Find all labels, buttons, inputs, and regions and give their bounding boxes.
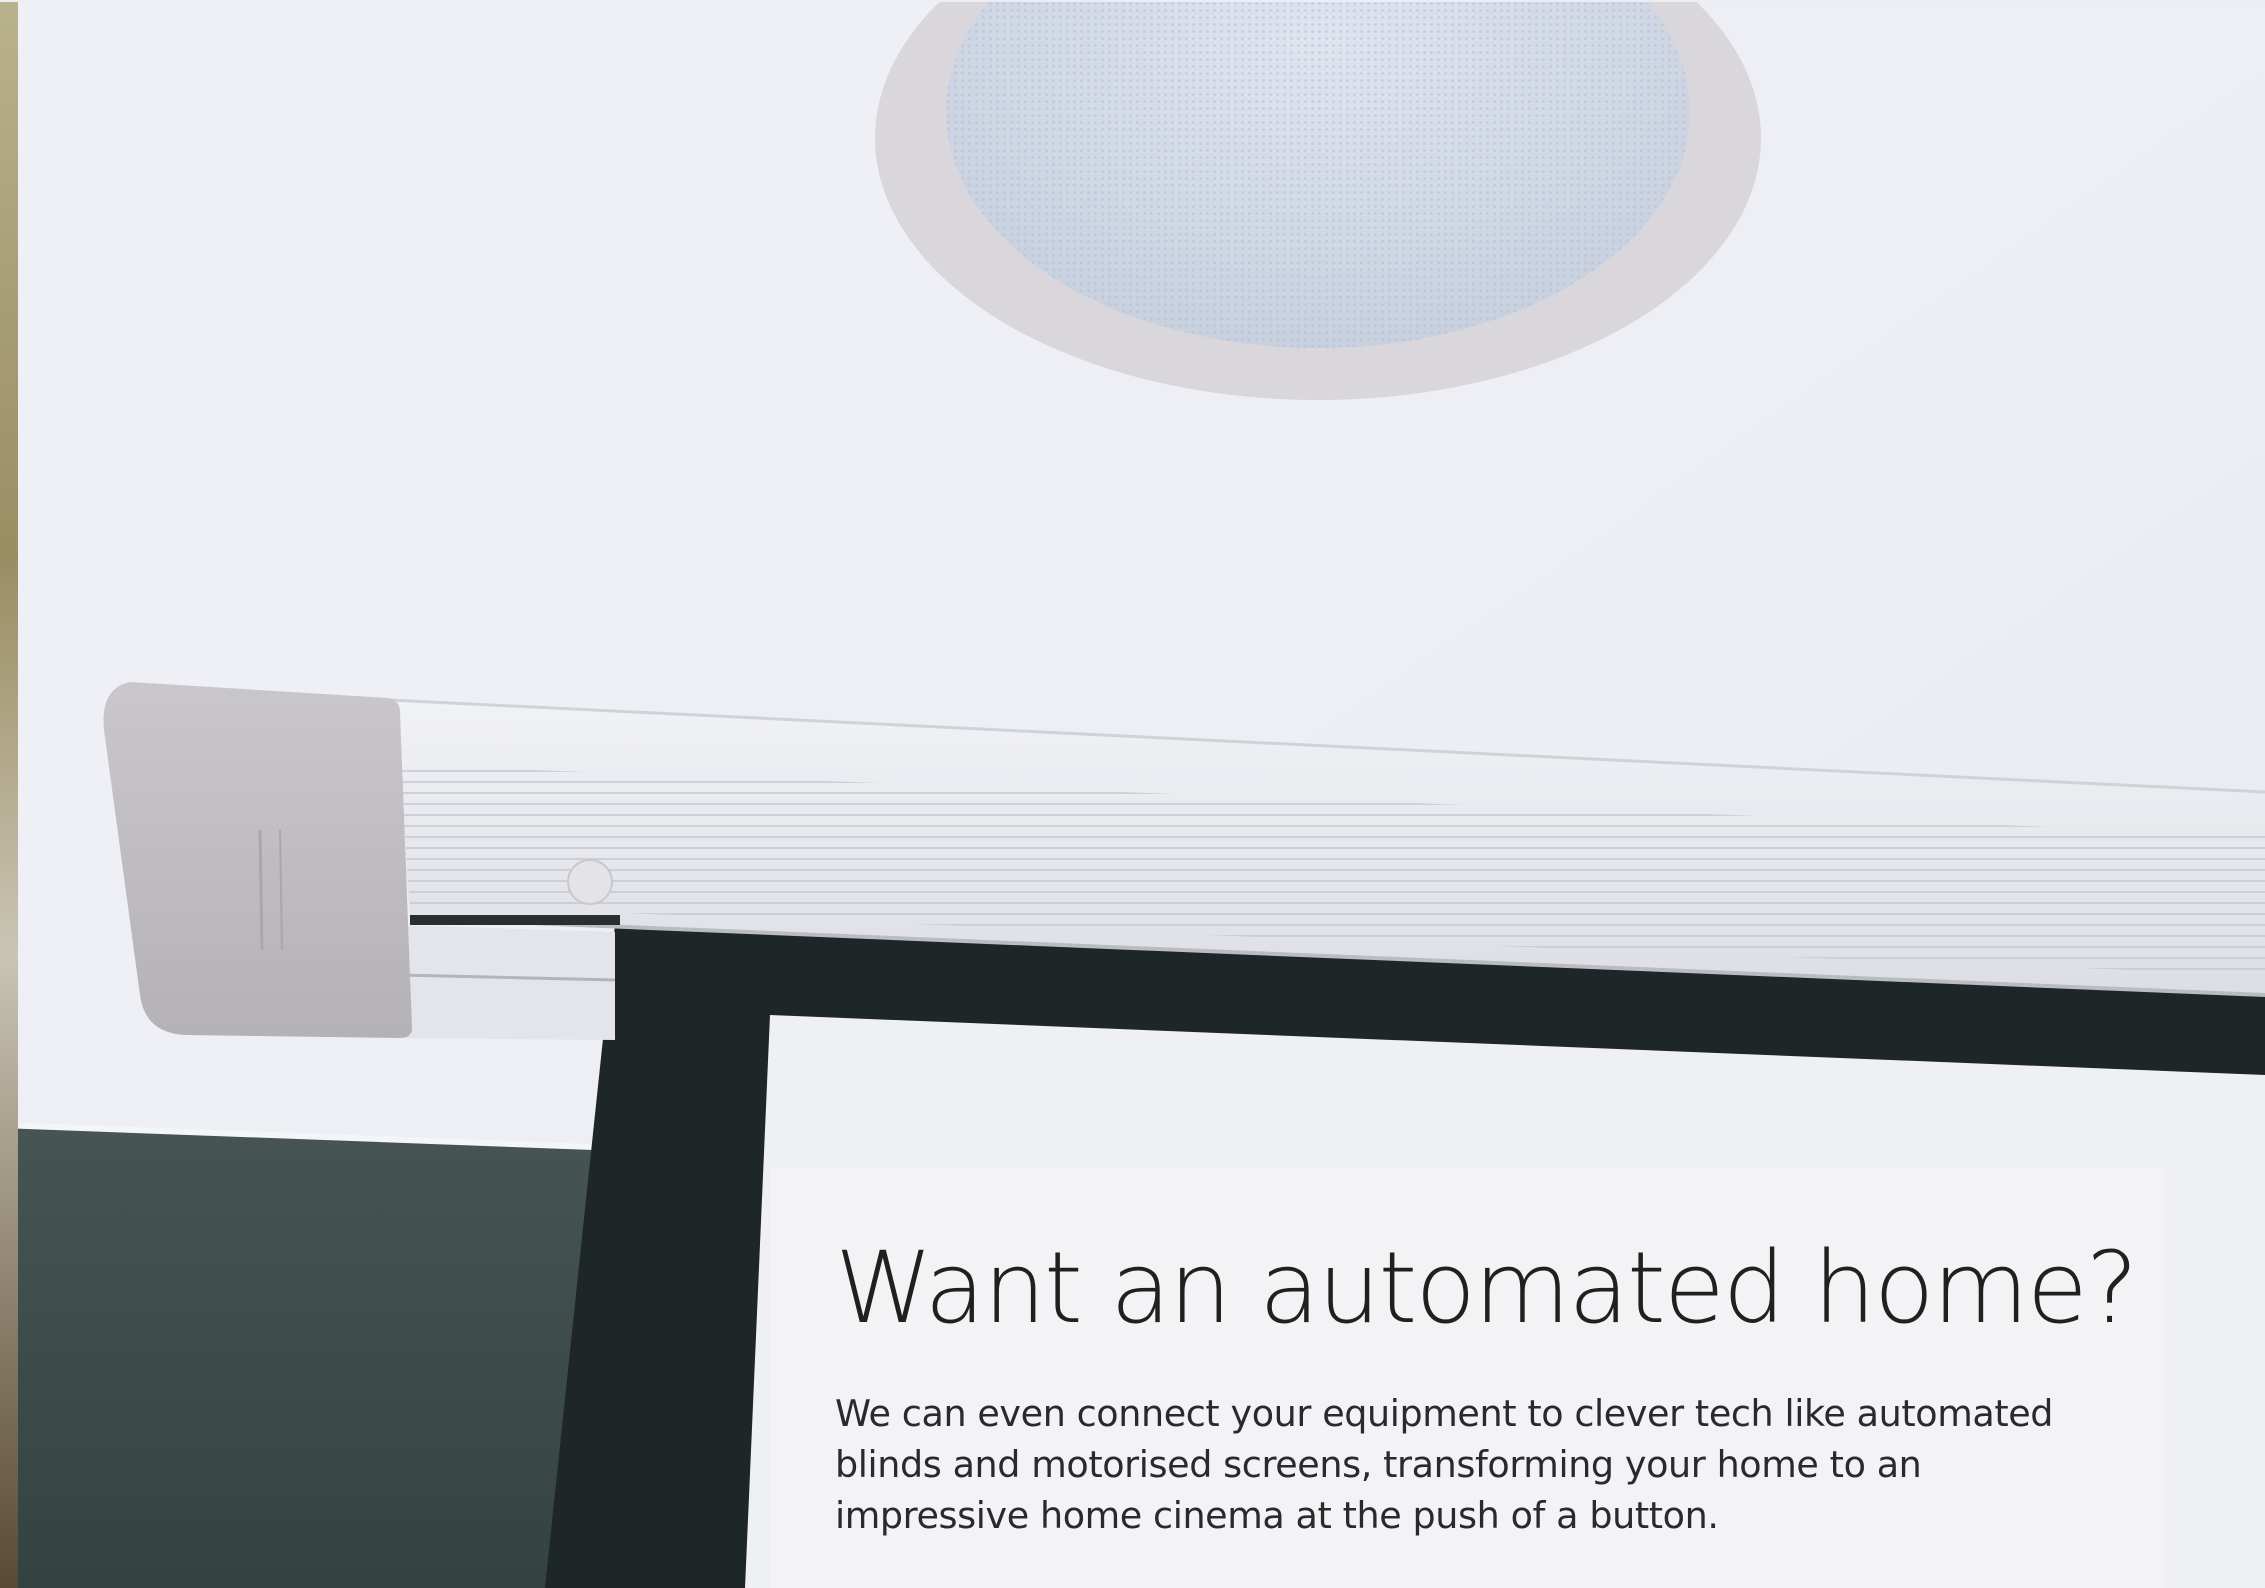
info-card: Want an automated home? We can even conn… (770, 1168, 2163, 1588)
headline: Want an automated home? (835, 1231, 2138, 1346)
body-text: We can even connect your equipment to cl… (835, 1392, 2054, 1537)
hero-banner: Want an automated home? We can even conn… (0, 0, 2265, 1588)
